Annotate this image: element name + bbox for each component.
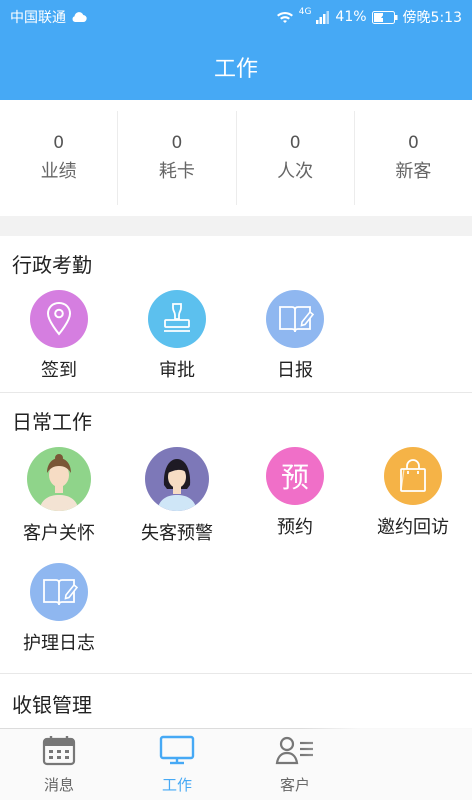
stamp-icon xyxy=(148,290,206,348)
grid-item-label: 邀约回访 xyxy=(377,517,449,538)
tab-messages[interactable]: 消息 xyxy=(0,729,118,800)
app-header: 工作 xyxy=(0,34,472,100)
stat-value: 0 xyxy=(289,133,301,153)
clock: 傍晚5:13 xyxy=(402,10,462,26)
shopping-bag-icon xyxy=(384,447,442,505)
woman-dark-hair-avatar-icon xyxy=(145,447,209,511)
approval-button[interactable]: 审批 xyxy=(118,284,236,400)
grid-item-label: 失客预警 xyxy=(141,523,213,544)
stat-value: 0 xyxy=(407,133,419,153)
grid-item-label: 签到 xyxy=(41,360,77,381)
cloud-icon xyxy=(71,11,87,23)
section-cashier: 收银管理 xyxy=(0,673,472,733)
checkin-button[interactable]: 签到 xyxy=(0,284,118,400)
invite-followup-button[interactable]: 邀约回访 xyxy=(354,441,472,557)
grid-item-label: 护理日志 xyxy=(23,633,95,654)
location-pin-icon xyxy=(30,290,88,348)
stat-label: 新客 xyxy=(395,161,432,182)
notebook-pencil-icon xyxy=(266,290,324,348)
section-admin: 行政考勤 签到 审批 日报 xyxy=(0,236,472,392)
stat-visits[interactable]: 0 人次 xyxy=(237,111,355,205)
care-log-button[interactable]: 护理日志 xyxy=(0,557,118,673)
tab-work[interactable]: 工作 xyxy=(118,729,236,800)
grid-item-label: 客户关怀 xyxy=(23,523,95,544)
tab-label: 客户 xyxy=(279,776,310,794)
tab-label: 消息 xyxy=(43,776,74,794)
appointment-char-icon: 预 xyxy=(266,447,324,505)
appointment-button[interactable]: 预 预约 xyxy=(236,441,354,557)
bottom-tab-bar: 消息 工作 客户 xyxy=(0,728,472,800)
stat-card-consumption[interactable]: 0 耗卡 xyxy=(118,111,237,205)
stat-label: 业绩 xyxy=(40,161,77,182)
stat-performance[interactable]: 0 业绩 xyxy=(0,111,119,205)
grid-item-label: 日报 xyxy=(277,360,313,381)
tab-label: 工作 xyxy=(161,776,192,794)
stat-label: 人次 xyxy=(277,161,314,182)
carrier-label: 中国联通 xyxy=(10,10,66,26)
daily-report-button[interactable]: 日报 xyxy=(236,284,354,400)
battery-percent: 41% xyxy=(335,9,367,25)
tab-customers[interactable]: 客户 xyxy=(236,729,354,800)
grid-item-label: 审批 xyxy=(159,360,195,381)
woman-avatar-icon xyxy=(27,447,91,511)
status-bar: 中国联通 4G 41% 傍晚5:13 xyxy=(0,0,472,34)
stats-panel: 0 业绩 0 耗卡 0 人次 0 新客 xyxy=(0,100,472,216)
section-title: 行政考勤 xyxy=(12,252,92,277)
notebook-pencil-icon xyxy=(30,563,88,621)
stat-new-customers[interactable]: 0 新客 xyxy=(355,111,472,205)
network-type: 4G xyxy=(298,7,312,17)
customer-list-icon xyxy=(275,734,315,770)
section-gap xyxy=(0,216,472,236)
customer-care-button[interactable]: 客户关怀 xyxy=(0,441,118,557)
stat-value: 0 xyxy=(53,133,65,153)
lost-customer-alert-button[interactable]: 失客预警 xyxy=(118,441,236,557)
calendar-icon xyxy=(42,734,76,770)
stat-label: 耗卡 xyxy=(158,161,195,182)
appointment-glyph: 预 xyxy=(280,461,309,494)
wifi-icon xyxy=(276,10,294,24)
section-daily-work: 日常工作 客户关怀 失客预警 预 预约 邀约回访 护理日志 xyxy=(0,393,472,673)
page-title: 工作 xyxy=(213,57,258,82)
signal-icon xyxy=(316,10,330,24)
grid-item-label: 预约 xyxy=(277,517,313,538)
section-title: 收银管理 xyxy=(12,693,92,717)
stat-value: 0 xyxy=(171,133,183,153)
monitor-icon xyxy=(159,734,195,770)
battery-charging-icon xyxy=(371,10,398,24)
